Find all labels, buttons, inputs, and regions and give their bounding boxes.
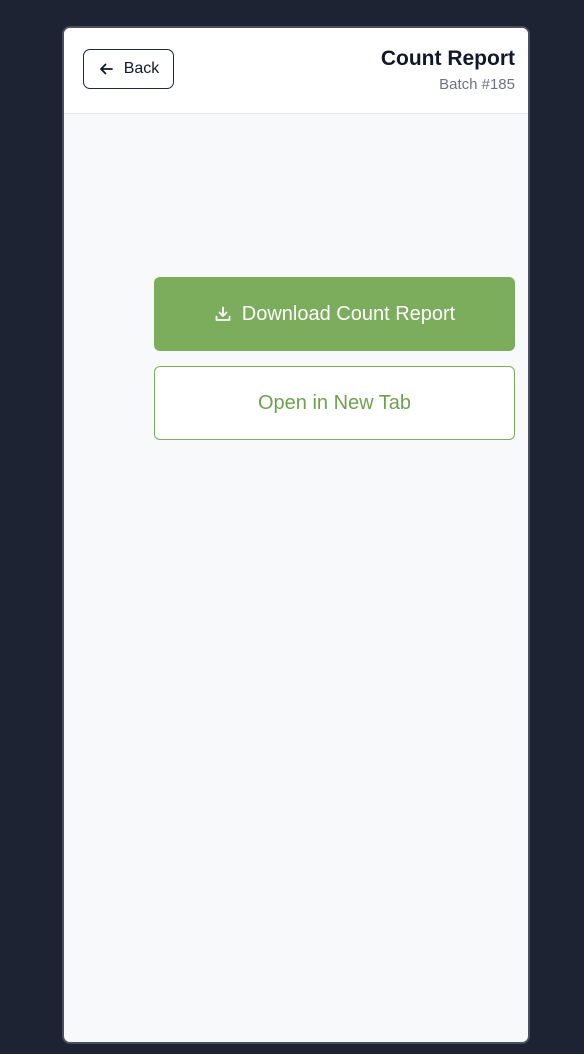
app-screen: Back Count Report Batch #185 Download Co… [62,26,530,1044]
back-button-label: Back [123,60,160,77]
back-button[interactable]: Back [83,49,174,89]
title-block: Count Report Batch #185 [381,46,515,94]
page-header: Back Count Report Batch #185 [64,28,528,114]
download-report-label: Download Count Report [241,302,456,325]
open-new-tab-label: Open in New Tab [257,391,412,414]
download-report-button[interactable]: Download Count Report [154,277,515,351]
page-subtitle: Batch #185 [439,76,515,93]
page-title: Count Report [380,47,515,70]
download-icon [214,305,232,323]
arrow-left-icon [98,61,114,77]
open-new-tab-button[interactable]: Open in New Tab [154,366,515,440]
